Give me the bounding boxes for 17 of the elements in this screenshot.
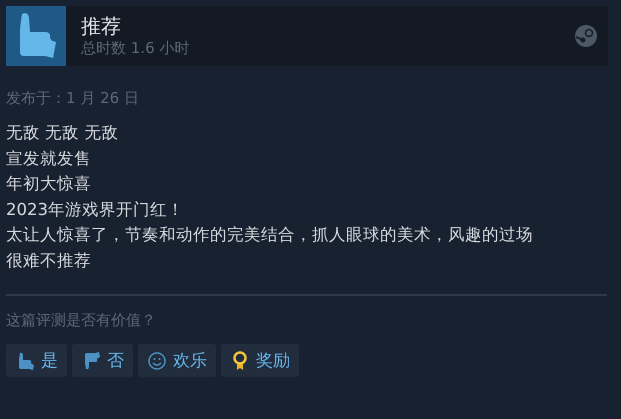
smiley-icon [147,350,167,370]
vote-button[interactable]: 奖励 [221,344,299,377]
recommendation-title: 推荐 [81,14,122,38]
review-text: 太让人惊喜了，节奏和动作的完美结合，抓人眼球的美术，风趣的过场 [6,224,534,246]
helpful-question: 这篇评测是否有价值？ [6,310,157,330]
posted-date: 发布于：1 月 26 日 [6,88,140,108]
review-text: 2023年游戏界开门红！ [6,198,185,220]
vote-button[interactable]: 是 [6,344,67,377]
vote-button[interactable]: 欢乐 [138,344,216,377]
playtime-text: 总时数 1.6 小时 [81,38,190,58]
review-text: 宣发就发售 [6,148,92,170]
vote-button[interactable]: 否 [72,344,133,377]
thumbs-up-icon [6,6,66,66]
review-text: 无敌 无敌 无敌 [6,122,120,144]
review-text: 很难不推荐 [6,250,92,272]
review-text: 年初大惊喜 [6,173,92,195]
steam-icon [574,24,598,48]
